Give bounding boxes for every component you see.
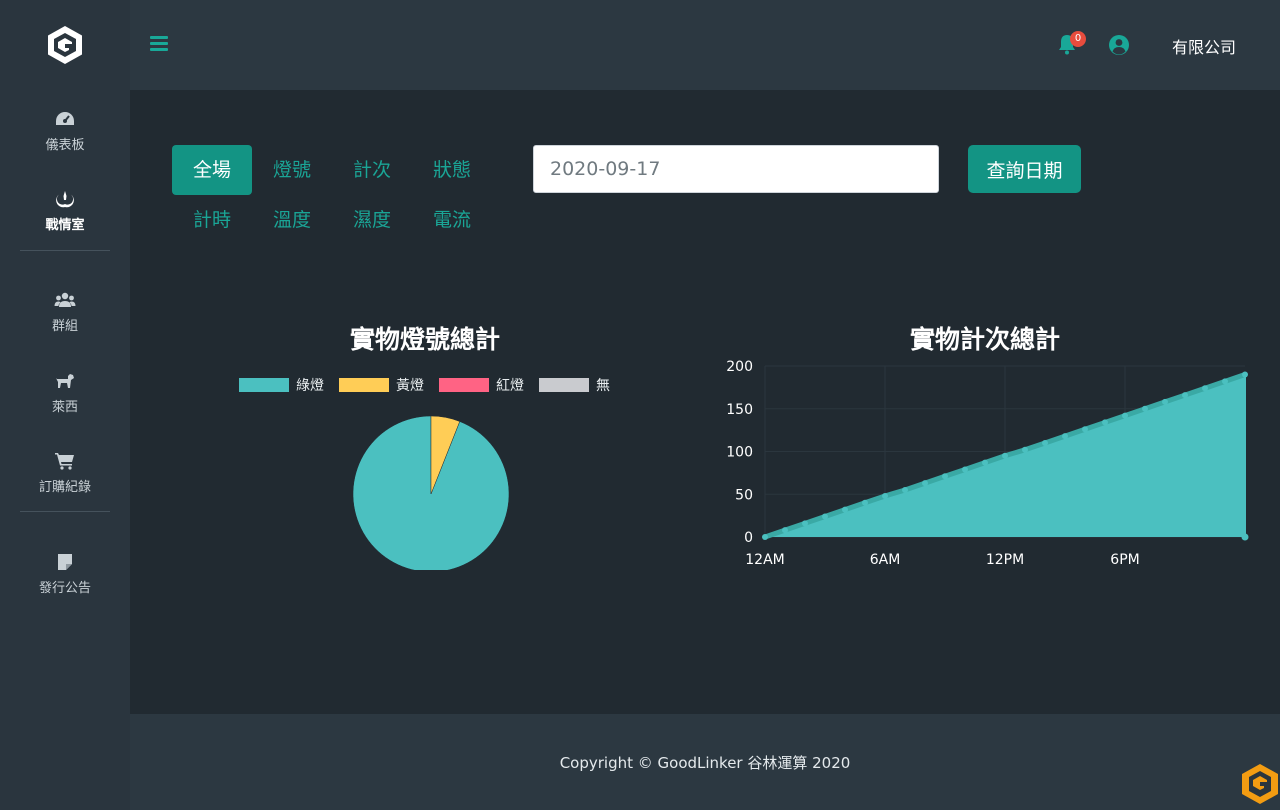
tab-status[interactable]: 狀態 xyxy=(412,145,492,195)
data-point[interactable] xyxy=(1242,371,1248,378)
x-tick-label: 12PM xyxy=(986,552,1024,568)
data-point[interactable] xyxy=(842,506,848,513)
sidebar-divider xyxy=(20,250,110,251)
data-point[interactable] xyxy=(802,520,808,527)
top-navbar: 0 有限公司 xyxy=(130,0,1280,90)
data-point[interactable] xyxy=(762,534,768,540)
tab-count[interactable]: 計次 xyxy=(332,145,412,195)
legend-swatch[interactable] xyxy=(439,378,489,392)
data-point[interactable] xyxy=(1182,392,1188,399)
jedi-icon xyxy=(56,191,74,208)
data-point[interactable] xyxy=(1022,446,1028,453)
pie-chart-title: 實物燈號總計 xyxy=(349,325,500,354)
tab-temperature[interactable]: 溫度 xyxy=(252,195,332,245)
legend-swatch[interactable] xyxy=(339,378,389,392)
data-point[interactable] xyxy=(982,459,988,466)
data-point[interactable] xyxy=(862,499,868,506)
data-point[interactable] xyxy=(1222,378,1228,385)
y-tick-label: 150 xyxy=(726,402,753,418)
footer: Copyright © GoodLinker 谷林運算 2020 xyxy=(130,714,1280,810)
legend-label[interactable]: 無 xyxy=(596,378,610,394)
data-point[interactable] xyxy=(1142,405,1148,412)
data-point[interactable] xyxy=(942,473,948,480)
data-point[interactable] xyxy=(1042,439,1048,446)
data-point[interactable] xyxy=(1162,398,1168,405)
sidebar-item-label: 儀表板 xyxy=(45,138,85,153)
dog-icon xyxy=(56,374,74,388)
tab-light-signal[interactable]: 燈號 xyxy=(252,145,332,195)
y-tick-label: 200 xyxy=(726,359,753,375)
tab-timing[interactable]: 計時 xyxy=(172,195,252,245)
users-icon xyxy=(54,292,76,307)
data-point[interactable] xyxy=(1062,433,1068,440)
data-point[interactable] xyxy=(1002,452,1008,459)
data-point[interactable] xyxy=(1122,412,1128,419)
user-circle-icon[interactable] xyxy=(1108,34,1130,56)
data-point[interactable] xyxy=(1102,419,1108,426)
data-point[interactable] xyxy=(922,480,928,487)
sidebar-item-announcements[interactable]: 發行公告 xyxy=(0,553,130,596)
sidebar-divider xyxy=(20,511,110,512)
query-date-button[interactable]: 查詢日期 xyxy=(968,145,1081,193)
sidebar-item-label: 群組 xyxy=(51,319,78,334)
y-tick-label: 0 xyxy=(744,530,753,546)
tab-humidity[interactable]: 濕度 xyxy=(332,195,412,245)
legend-swatch[interactable] xyxy=(239,378,289,392)
sidebar-item-label: 訂購紀錄 xyxy=(38,480,91,495)
data-point[interactable] xyxy=(782,527,788,534)
data-point[interactable] xyxy=(822,513,828,520)
data-point[interactable] xyxy=(1082,426,1088,433)
sidebar-item-order-records[interactable]: 訂購紀錄 xyxy=(0,452,130,495)
x-tick-label: 6PM xyxy=(1110,552,1139,568)
x-tick-label: 6AM xyxy=(870,552,901,568)
data-point[interactable] xyxy=(962,466,968,473)
sticky-note-icon xyxy=(58,554,72,570)
window-edge xyxy=(1280,0,1286,810)
dashboard-icon xyxy=(56,112,74,125)
company-name[interactable]: 有限公司 xyxy=(1172,34,1236,58)
data-point[interactable] xyxy=(1202,385,1208,392)
y-tick-label: 50 xyxy=(735,487,753,503)
main-content: 全場 燈號 計次 狀態 計時 溫度 濕度 電流 查詢日期 實物燈號總計 實物計次… xyxy=(130,90,1280,714)
legend-label[interactable]: 紅燈 xyxy=(496,378,524,394)
date-input[interactable] xyxy=(533,145,939,193)
sidebar-item-label: 萊西 xyxy=(51,400,78,415)
sidebar-item-dashboard[interactable]: 儀表板 xyxy=(0,110,130,153)
sidebar-item-groups[interactable]: 群組 xyxy=(0,291,130,334)
legend-swatch[interactable] xyxy=(539,378,589,392)
notification-count-badge: 0 xyxy=(1070,31,1086,47)
legend-label[interactable]: 綠燈 xyxy=(296,378,324,394)
data-point[interactable] xyxy=(882,492,888,499)
data-point[interactable] xyxy=(902,486,908,493)
cart-icon xyxy=(55,453,74,470)
tab-all[interactable]: 全場 xyxy=(172,145,252,195)
sidebar-item-lassie[interactable]: 萊西 xyxy=(0,372,130,415)
sidebar-item-war-room[interactable]: 戰情室 xyxy=(0,190,130,233)
sidebar-item-label: 戰情室 xyxy=(45,218,85,233)
area-chart-title: 實物計次總計 xyxy=(909,325,1060,354)
sidebar: 儀表板 戰情室 群組 萊西 訂購紀錄 發行公告 xyxy=(0,0,130,810)
area-chart: 0 50 100 150 200 12AM 6AM 12PM 6PM xyxy=(726,359,1249,568)
x-tick-label: 12AM xyxy=(745,552,784,568)
y-tick-label: 100 xyxy=(726,445,753,461)
hamburger-menu-icon[interactable] xyxy=(150,36,168,52)
copyright-text: Copyright © GoodLinker 谷林運算 2020 xyxy=(559,754,851,772)
sidebar-item-label: 發行公告 xyxy=(38,581,91,596)
data-point[interactable] xyxy=(1241,533,1249,541)
tab-current[interactable]: 電流 xyxy=(412,195,492,245)
pie-chart: 綠燈 黃燈 紅燈 無 xyxy=(239,378,610,570)
legend-label[interactable]: 黃燈 xyxy=(396,378,424,394)
goodlinker-logo-icon[interactable] xyxy=(46,25,84,65)
goodlinker-watermark-icon xyxy=(1242,764,1278,804)
